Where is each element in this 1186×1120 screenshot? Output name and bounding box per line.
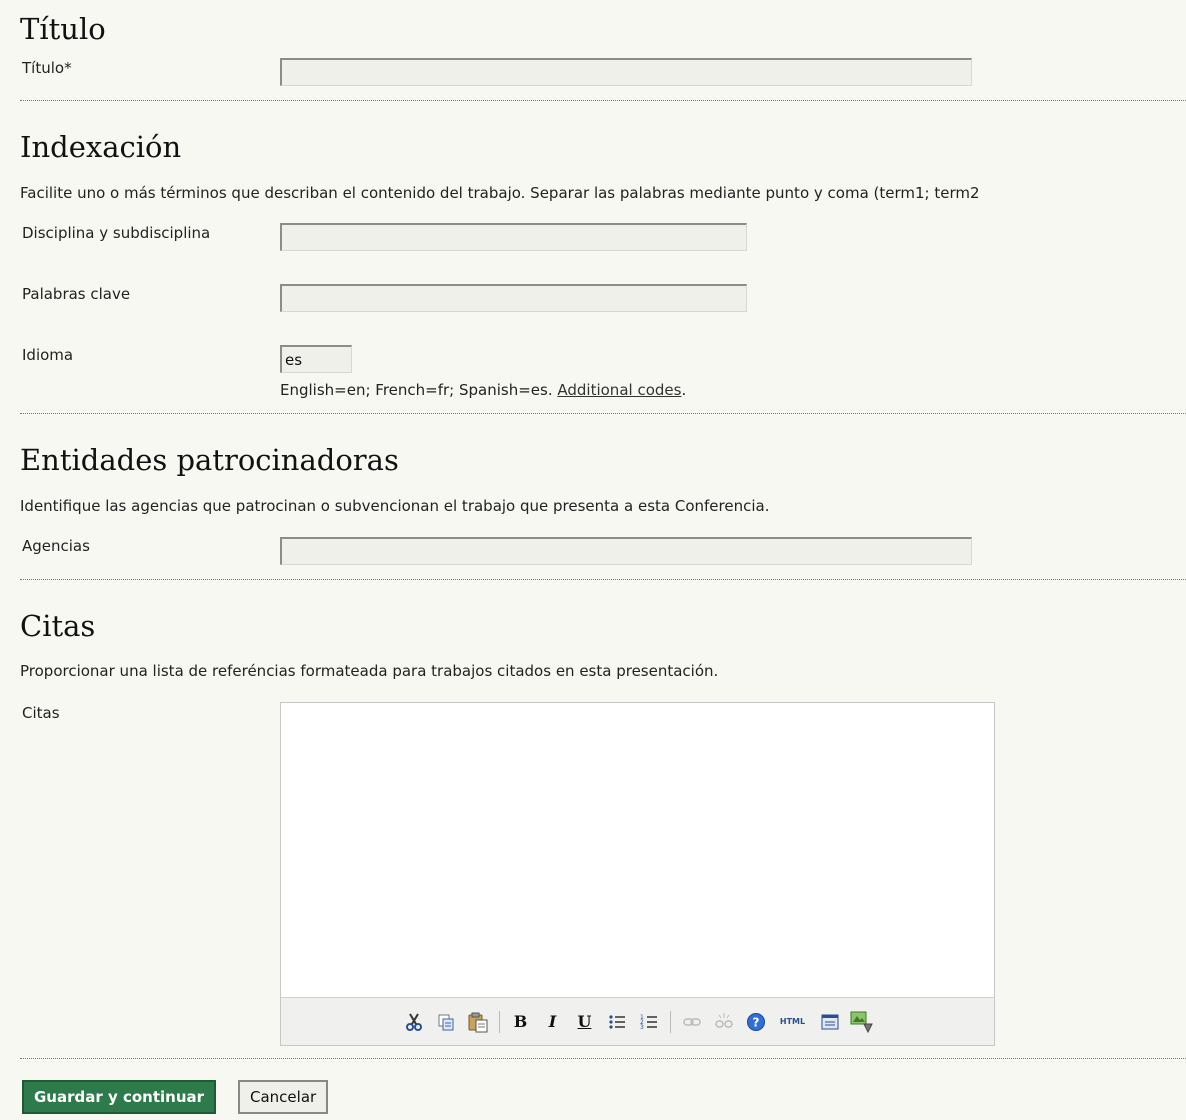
indexacion-heading: Indexación xyxy=(20,130,182,164)
citas-label: Citas xyxy=(22,704,60,722)
save-continue-button[interactable]: Guardar y continuar xyxy=(22,1080,217,1114)
numbered-list-icon[interactable]: 123 xyxy=(637,1010,661,1034)
unlink-icon[interactable] xyxy=(712,1010,736,1034)
entidades-heading: Entidades patrocinadoras xyxy=(20,443,399,477)
additional-codes-link[interactable]: Additional codes xyxy=(557,381,681,399)
italic-icon[interactable]: I xyxy=(541,1010,565,1034)
svg-text:3: 3 xyxy=(640,1024,644,1031)
help-icon[interactable]: ? xyxy=(744,1010,768,1034)
citas-heading: Citas xyxy=(20,609,96,643)
fullscreen-icon[interactable] xyxy=(818,1010,842,1034)
disciplina-input[interactable] xyxy=(280,223,747,251)
idioma-label: Idioma xyxy=(22,346,74,364)
citas-editor: B I U 123 ? HTML xyxy=(280,702,995,1046)
section-divider xyxy=(20,413,1186,414)
cancel-button[interactable]: Cancelar xyxy=(238,1080,329,1114)
palabras-clave-label: Palabras clave xyxy=(22,285,131,303)
idioma-hint-text: English=en; French=fr; Spanish=es. xyxy=(280,381,558,399)
citas-textarea[interactable] xyxy=(281,703,994,998)
copy-icon[interactable] xyxy=(434,1010,458,1034)
titulo-heading: Título xyxy=(20,12,106,46)
svg-text:?: ? xyxy=(752,1015,759,1029)
idioma-input[interactable] xyxy=(280,345,352,373)
section-divider xyxy=(20,579,1186,580)
disciplina-label: Disciplina y subdisciplina xyxy=(22,224,211,242)
editor-toolbar: B I U 123 ? HTML xyxy=(281,997,994,1045)
idioma-hint: English=en; French=fr; Spanish=es. Addit… xyxy=(280,381,686,399)
cut-icon[interactable] xyxy=(402,1010,426,1034)
indexacion-description: Facilite uno o más términos que describa… xyxy=(20,184,980,202)
titulo-input[interactable] xyxy=(280,58,972,86)
underline-icon[interactable]: U xyxy=(573,1010,597,1034)
palabras-clave-input[interactable] xyxy=(280,284,747,312)
citas-description: Proporcionar una lista de referéncias fo… xyxy=(20,662,719,680)
link-icon[interactable] xyxy=(680,1010,704,1034)
titulo-label: Título* xyxy=(22,59,72,77)
agencias-label: Agencias xyxy=(22,537,90,555)
html-icon[interactable]: HTML xyxy=(776,1010,810,1034)
toolbar-separator xyxy=(498,1010,500,1033)
paste-icon[interactable] xyxy=(466,1010,490,1034)
agencias-input[interactable] xyxy=(280,537,972,565)
bullet-list-icon[interactable] xyxy=(605,1010,629,1034)
section-divider xyxy=(20,1058,1186,1059)
html-icon-label: HTML xyxy=(779,1017,806,1026)
section-divider xyxy=(20,100,1186,101)
idioma-hint-end: . xyxy=(681,381,687,399)
bold-icon[interactable]: B xyxy=(509,1010,533,1034)
toolbar-separator xyxy=(669,1010,671,1033)
image-upload-icon[interactable] xyxy=(850,1010,874,1034)
entidades-description: Identifique las agencias que patrocinan … xyxy=(20,497,770,515)
